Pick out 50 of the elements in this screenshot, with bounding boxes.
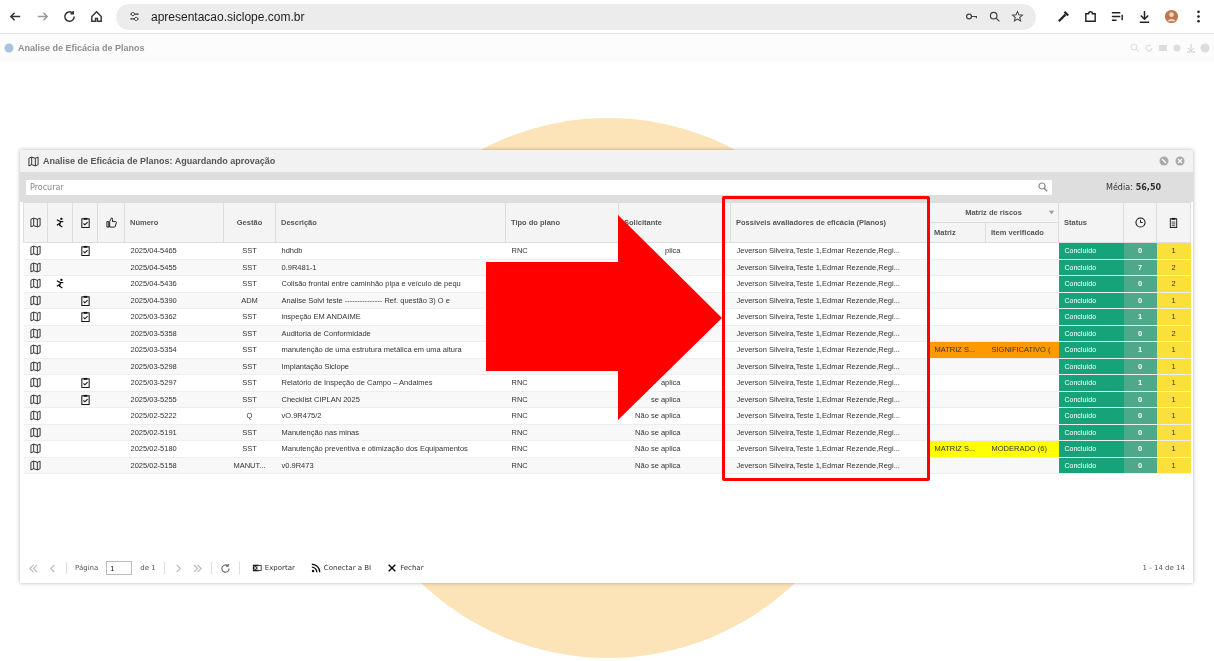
feed-icon (310, 563, 321, 573)
map-icon (28, 155, 39, 167)
spreadsheet-icon (251, 563, 262, 573)
url-text: apresentacao.siclope.com.br (151, 9, 305, 24)
map-icon[interactable] (30, 294, 41, 306)
map-icon[interactable] (30, 278, 41, 290)
site-settings-icon[interactable] (128, 10, 141, 23)
reload-icon[interactable] (62, 9, 77, 24)
star-icon[interactable] (1011, 10, 1024, 23)
search-icon[interactable] (1038, 181, 1048, 192)
map-icon[interactable] (30, 426, 41, 438)
checklist-icon (79, 217, 91, 228)
refresh-icon[interactable] (219, 562, 231, 574)
search-field[interactable]: Procurar (26, 179, 1052, 195)
map-icon[interactable] (30, 443, 41, 455)
puzzle-icon[interactable] (1083, 9, 1098, 24)
average-label: Média: (1106, 182, 1133, 192)
map-icon (30, 217, 41, 228)
person-icon (54, 217, 66, 228)
checklist-icon[interactable] (79, 377, 91, 389)
home-icon[interactable] (89, 9, 104, 24)
key-icon[interactable] (965, 10, 978, 23)
map-icon[interactable] (30, 360, 41, 372)
playlist-icon[interactable] (1110, 9, 1125, 24)
map-icon[interactable] (30, 344, 41, 356)
panel-title: Analise de Eficácia de Planos: Aguardando aprovação (43, 156, 276, 166)
checklist-icon[interactable] (79, 311, 91, 323)
checklist-icon[interactable] (79, 294, 91, 306)
avatar-icon[interactable] (1164, 9, 1179, 24)
checklist-icon[interactable] (79, 393, 91, 405)
map-icon[interactable] (30, 245, 41, 257)
clock-icon (1134, 217, 1146, 228)
clipboard-icon (1168, 217, 1179, 228)
map-icon[interactable] (30, 327, 41, 339)
globe-icon (4, 43, 14, 53)
eyedropper-icon[interactable] (1056, 9, 1071, 24)
map-icon[interactable] (30, 393, 41, 405)
map-icon[interactable] (30, 311, 41, 323)
app-title: Analise de Eficácia de Planos (18, 43, 145, 53)
map-icon[interactable] (30, 459, 41, 471)
checklist-icon[interactable] (79, 245, 91, 257)
download-icon[interactable] (1137, 9, 1152, 24)
map-icon[interactable] (30, 377, 41, 389)
dropdown-icon[interactable] (1048, 209, 1055, 216)
map-icon[interactable] (30, 410, 41, 422)
address-bar[interactable]: apresentacao.siclope.com.br (116, 3, 1036, 30)
average-value: 56,50 (1135, 182, 1162, 192)
thumbs-up-icon (105, 217, 117, 228)
zoom-icon[interactable] (988, 10, 1001, 23)
map-icon[interactable] (30, 261, 41, 273)
